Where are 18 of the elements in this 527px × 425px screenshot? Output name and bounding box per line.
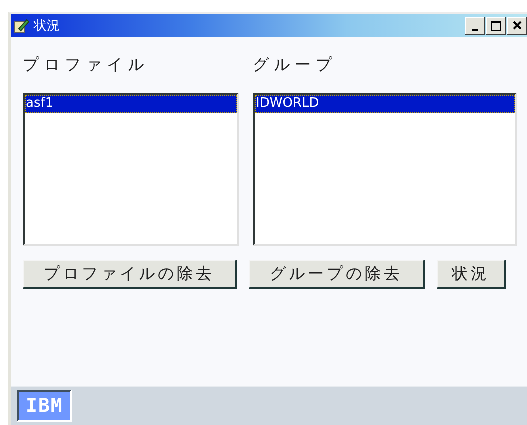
window-title: 状況 [34,18,61,34]
action-button[interactable]: 状況 [437,260,506,289]
minimize-icon [472,28,478,30]
minimize-button[interactable] [465,16,485,34]
action-button[interactable]: プロファイルの除去 [23,260,237,289]
notepad-pencil-icon [14,18,30,34]
maximize-icon [491,20,501,30]
maximize-button[interactable] [486,16,506,34]
list-label: プロファイル [23,55,150,75]
list-box[interactable]: IDWORLD [253,93,517,246]
list-item[interactable]: asf1 [25,95,237,113]
action-button[interactable]: グループの除去 [249,260,425,289]
list-label: グループ [253,55,338,75]
close-icon [512,21,522,30]
close-button[interactable] [507,16,527,34]
list-box[interactable]: asf1 [23,93,239,246]
logo: IBM [17,390,72,422]
list-item[interactable]: IDWORLD [255,95,515,113]
